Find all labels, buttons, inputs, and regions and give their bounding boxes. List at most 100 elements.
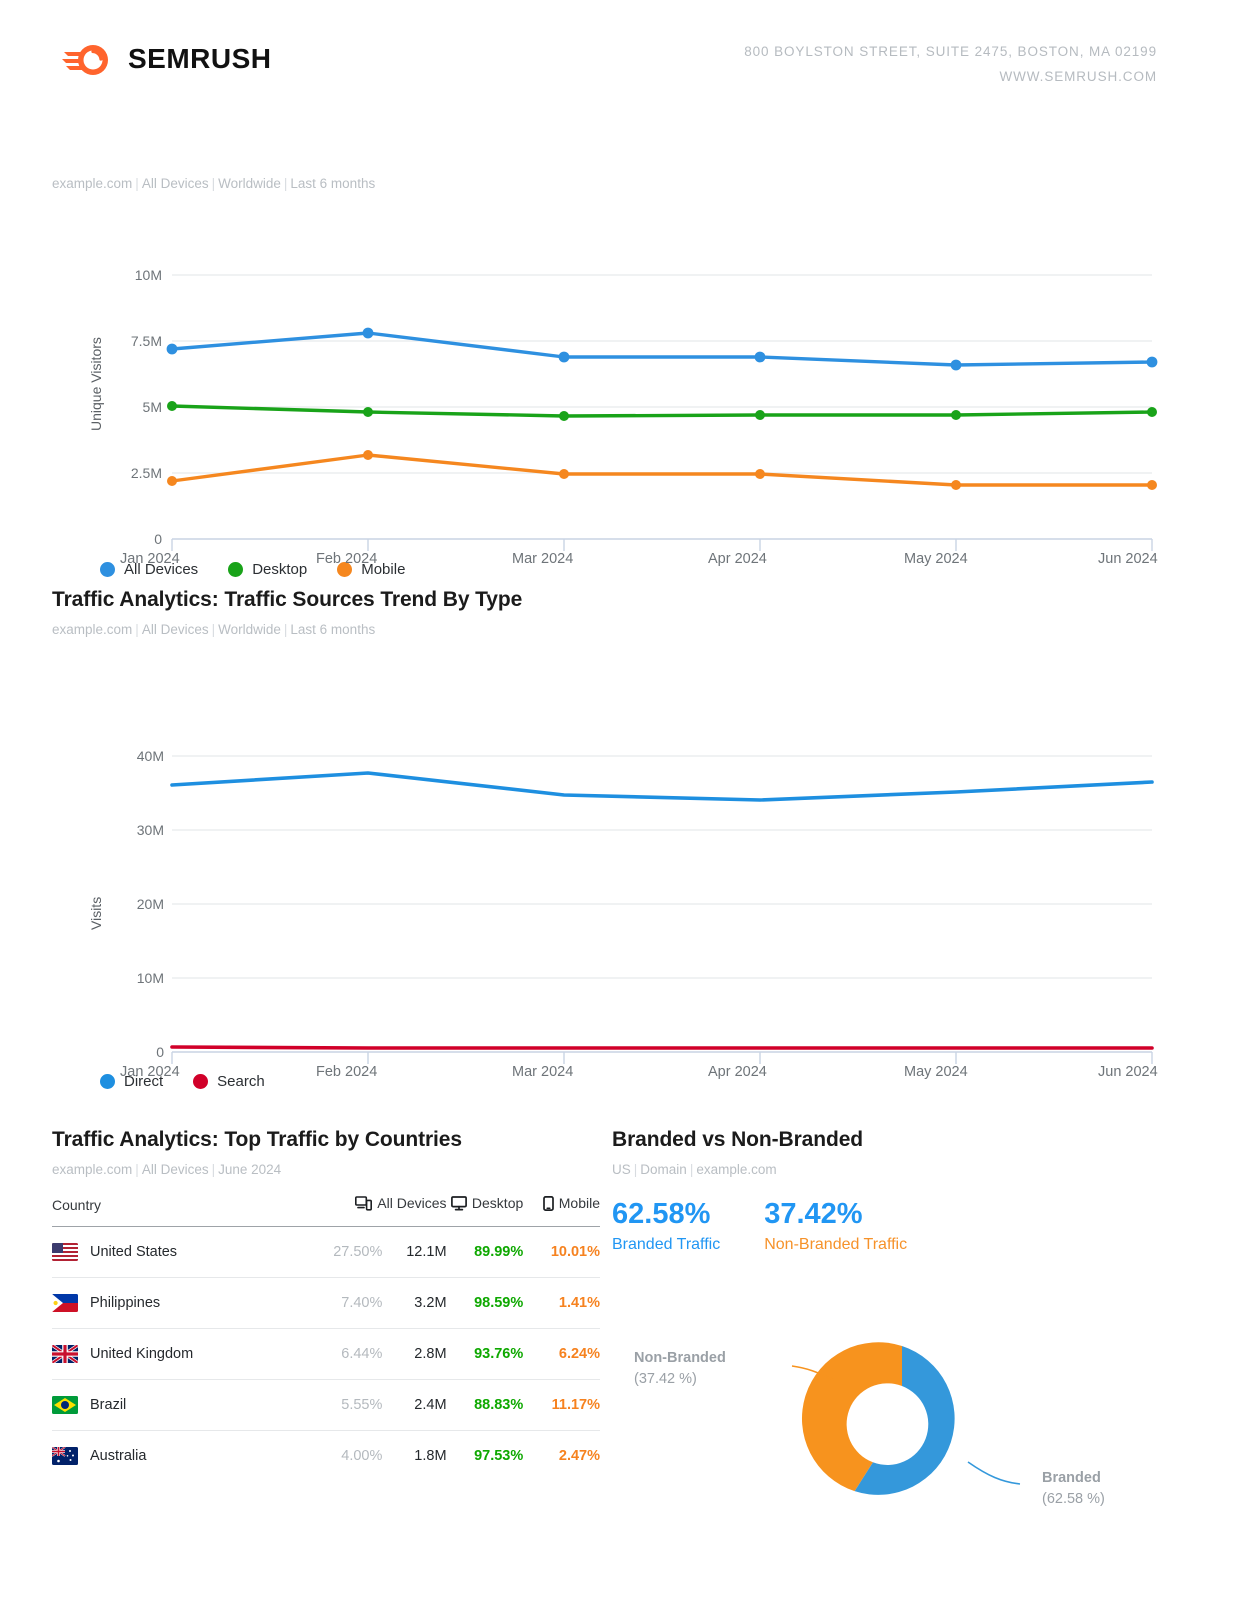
col-country[interactable]: Country <box>52 1195 304 1227</box>
flag-ph-icon <box>52 1294 78 1312</box>
address-line-1: 800 BOYLSTON STREET, SUITE 2475, BOSTON,… <box>744 44 1157 59</box>
top-countries-title: Traffic Analytics: Top Traffic by Countr… <box>52 1128 462 1151</box>
subtitle-device-2: All Devices <box>141 622 209 637</box>
cell-desktop: 89.99% <box>474 1244 524 1260</box>
kpi-branded: 62.58% Branded Traffic <box>612 1198 721 1254</box>
report-header: SEMRUSH 800 BOYLSTON STREET, SUITE 2475,… <box>0 0 1235 120</box>
subtitle-period-3: June 2024 <box>218 1162 282 1177</box>
callout-non-branded-name: Non-Branded <box>634 1349 726 1366</box>
countries-table: Country All Devices Desktop Mobile Unite… <box>52 1195 600 1481</box>
cell-mobile: 1.41% <box>558 1295 600 1311</box>
flag-br-icon <box>52 1396 78 1414</box>
col-desktop[interactable]: Desktop <box>447 1195 524 1227</box>
xtick2-may: May 2024 <box>904 1064 968 1080</box>
cell-mobile: 10.01% <box>550 1244 600 1260</box>
subtitle-country: US <box>612 1162 631 1177</box>
callout-branded: Branded (62.58 %) <box>1042 1468 1105 1510</box>
subtitle-device: All Devices <box>141 176 209 191</box>
mobile-icon <box>542 1196 554 1214</box>
traffic-sources-legend: Direct Search <box>52 1073 1182 1090</box>
subtitle-domain-3: example.com <box>52 1162 133 1177</box>
kpi-non-branded-value: 37.42% <box>764 1198 863 1230</box>
xtick-feb: Feb 2024 <box>316 551 378 567</box>
country-name: Brazil <box>90 1397 127 1413</box>
callout-branded-name: Branded <box>1042 1469 1101 1486</box>
xtick-mar: Mar 2024 <box>512 551 574 567</box>
cell-country: United Kingdom <box>52 1329 304 1380</box>
subtitle-device-3: All Devices <box>141 1162 209 1177</box>
cell-visits: 12.1M <box>406 1244 447 1260</box>
traffic-sources-chart: Visits 40M 30M 20M 10M 0 Jan 2024 Feb 20… <box>52 665 1182 1080</box>
table-row[interactable]: Philippines 7.40% 3.2M 98.59% 1.41% <box>52 1278 600 1329</box>
col-mobile-label: Mobile <box>558 1195 600 1211</box>
unique-visitors-legend: All Devices Desktop Mobile <box>52 561 1182 578</box>
semrush-logo: SEMRUSH <box>62 42 272 76</box>
unique-visitors-plot <box>166 274 1158 551</box>
table-row[interactable]: United Kingdom 6.44% 2.8M 93.76% 6.24% <box>52 1329 600 1380</box>
branded-kpis: 62.58% Branded Traffic 37.42% Non-Brande… <box>612 1198 1182 1254</box>
kpi-branded-value: 62.58% <box>612 1198 711 1230</box>
cell-desktop: 93.76% <box>474 1346 524 1362</box>
xtick2-jan: Jan 2024 <box>120 1064 180 1080</box>
unique-visitors-chart: Unique Visitors 10M 7.5M 5M 2.5M 0 Jan 2… <box>52 213 1182 567</box>
xtick-may: May 2024 <box>904 551 968 567</box>
legend-dot-search <box>193 1074 209 1089</box>
col-mobile[interactable]: Mobile <box>523 1195 600 1227</box>
traffic-sources-section: Traffic Analytics: Traffic Sources Trend… <box>52 588 1182 1090</box>
col-desktop-label: Desktop <box>471 1195 524 1211</box>
cell-country: United States <box>52 1227 304 1278</box>
table-row[interactable]: Australia 4.00% 1.8M 97.53% 2.47% <box>52 1431 600 1482</box>
xtick2-apr: Apr 2024 <box>708 1064 767 1080</box>
xtick2-mar: Mar 2024 <box>512 1064 574 1080</box>
cell-desktop: 97.53% <box>474 1448 524 1464</box>
countries-table-head: Country All Devices Desktop Mobile <box>52 1195 600 1227</box>
legend-label-search: Search <box>217 1073 265 1090</box>
cell-visits: 2.4M <box>414 1397 447 1413</box>
subtitle-domain-4: example.com <box>696 1162 777 1177</box>
table-row[interactable]: United States 27.50% 12.1M 89.99% 10.01% <box>52 1227 600 1278</box>
report-page: SEMRUSH 800 BOYLSTON STREET, SUITE 2475,… <box>0 0 1235 1600</box>
xtick-apr: Apr 2024 <box>708 551 767 567</box>
cell-country: Australia <box>52 1431 304 1482</box>
cell-share: 7.40% <box>341 1295 383 1311</box>
xtick-jan: Jan 2024 <box>120 551 180 567</box>
legend-dot-all-devices <box>100 562 115 577</box>
country-name: Philippines <box>90 1295 161 1311</box>
flag-us-icon <box>52 1243 78 1261</box>
cell-desktop: 98.59% <box>474 1295 524 1311</box>
cell-visits: 2.8M <box>414 1346 447 1362</box>
semrush-comet-icon <box>62 42 114 76</box>
flag-gb-icon <box>52 1345 78 1363</box>
table-row[interactable]: Brazil 5.55% 2.4M 88.83% 11.17% <box>52 1380 600 1431</box>
legend-item-search[interactable]: Search <box>193 1073 265 1090</box>
col-all-devices-label: All Devices <box>377 1195 447 1211</box>
subtitle-region: Worldwide <box>218 176 281 191</box>
subtitle-domain: example.com <box>52 176 133 191</box>
legend-dot-direct <box>100 1074 115 1089</box>
traffic-sources-title: Traffic Analytics: Traffic Sources Trend… <box>52 588 523 611</box>
desktop-icon <box>450 1196 467 1214</box>
country-name: United States <box>90 1244 178 1260</box>
branded-subtitle: US | Domain | example.com <box>612 1162 777 1177</box>
countries-table-body: United States 27.50% 12.1M 89.99% 10.01% <box>52 1227 600 1482</box>
address-line-2: WWW.SEMRUSH.COM <box>999 68 1157 84</box>
subtitle-period-2: Last 6 months <box>290 622 376 637</box>
all-devices-icon <box>355 1196 373 1214</box>
kpi-branded-label: Branded Traffic <box>612 1235 721 1253</box>
cell-visits: 1.8M <box>414 1448 447 1464</box>
legend-label-desktop: Desktop <box>252 561 308 578</box>
cell-share: 4.00% <box>341 1448 383 1464</box>
xtick-jun: Jun 2024 <box>1098 551 1158 567</box>
subtitle-domain-2: example.com <box>52 622 133 637</box>
kpi-non-branded: 37.42% Non-Branded Traffic <box>764 1198 907 1254</box>
country-name: United Kingdom <box>90 1346 194 1362</box>
subtitle-region-2: Worldwide <box>218 622 281 637</box>
subtitle-scope: Domain <box>640 1162 687 1177</box>
cell-share: 27.50% <box>333 1244 383 1260</box>
col-all-devices[interactable]: All Devices <box>304 1195 447 1227</box>
traffic-sources-subtitle: example.com | All Devices | Worldwide | Last 6… <box>52 622 376 637</box>
legend-item-desktop[interactable]: Desktop <box>228 561 307 578</box>
cell-country: Brazil <box>52 1380 304 1431</box>
legend-dot-desktop <box>228 562 244 577</box>
cell-mobile: 2.47% <box>558 1448 600 1464</box>
